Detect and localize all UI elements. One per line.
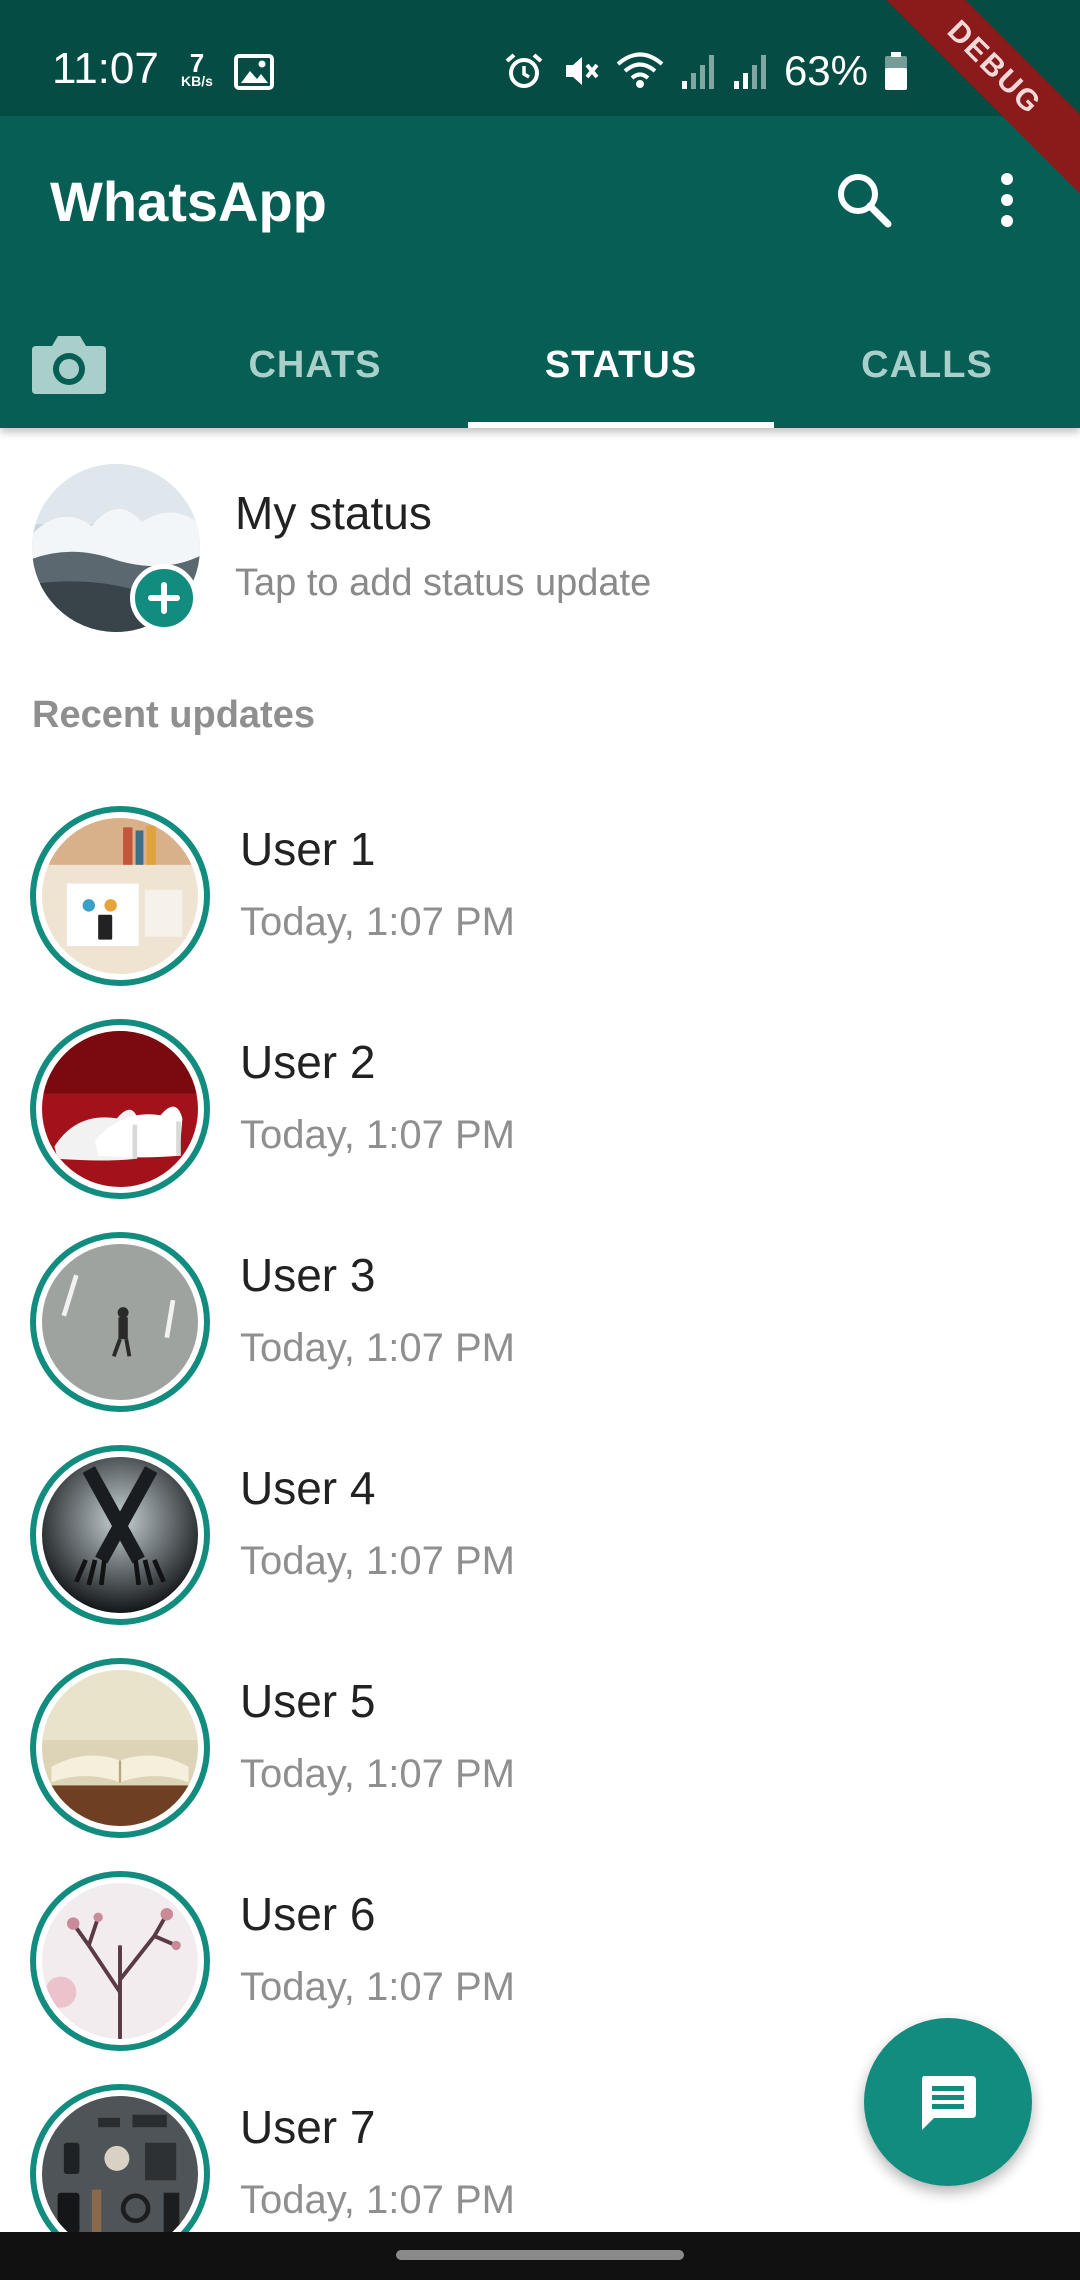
more-options-button[interactable] — [980, 168, 1034, 232]
my-status-subtitle: Tap to add status update — [235, 562, 652, 604]
home-gesture-handle[interactable] — [396, 2250, 684, 2260]
status-ring — [30, 1658, 210, 1838]
tab-chats[interactable]: CHATS — [162, 302, 468, 428]
plus-icon — [148, 582, 180, 614]
status-time: Today, 1:07 PM — [240, 1326, 515, 1370]
status-ring — [30, 2084, 210, 2232]
image-icon — [234, 54, 274, 95]
tab-status[interactable]: STATUS — [468, 302, 774, 428]
tab-indicator — [468, 422, 774, 428]
status-time: Today, 1:07 PM — [240, 2178, 515, 2222]
status-thumbnail — [42, 2096, 198, 2232]
recent-updates-header: Recent updates — [32, 694, 315, 736]
status-user-name: User 4 — [240, 1462, 376, 1514]
signal-icon — [680, 51, 716, 91]
status-icons: 63% — [504, 48, 908, 94]
status-time: Today, 1:07 PM — [240, 1752, 515, 1796]
status-item-user-4[interactable]: User 4 Today, 1:07 PM — [0, 1439, 1080, 1652]
more-vert-icon — [1001, 173, 1013, 227]
search-icon — [838, 174, 892, 228]
status-thumbnail — [42, 1031, 198, 1187]
network-speed: 7 KB/s — [174, 50, 220, 88]
status-user-name: User 2 — [240, 1036, 376, 1088]
tab-calls[interactable]: CALLS — [774, 302, 1080, 428]
app-bar: WhatsApp CHATS STATUS CALLS — [0, 116, 1080, 428]
status-item-user-2[interactable]: User 2 Today, 1:07 PM — [0, 1013, 1080, 1226]
status-list: User 1 Today, 1:07 PM User 2 Today, 1:07… — [0, 800, 1080, 2232]
status-ring — [30, 1871, 210, 2051]
new-status-text-button[interactable] — [864, 2018, 1032, 2186]
my-status-title: My status — [235, 487, 432, 539]
status-user-name: User 3 — [240, 1249, 376, 1301]
status-thumbnail — [42, 1883, 198, 2039]
add-status-button[interactable] — [130, 564, 198, 632]
clock: 11:07 — [52, 44, 159, 93]
status-time: Today, 1:07 PM — [240, 1539, 515, 1583]
app-title: WhatsApp — [50, 170, 327, 233]
status-item-user-5[interactable]: User 5 Today, 1:07 PM — [0, 1652, 1080, 1865]
vibrate-mute-icon — [560, 51, 600, 91]
status-thumbnail — [42, 1670, 198, 1826]
status-user-name: User 7 — [240, 2101, 376, 2153]
tab-bar: CHATS STATUS CALLS — [0, 302, 1080, 428]
status-thumbnail — [42, 818, 198, 974]
status-user-name: User 1 — [240, 823, 376, 875]
camera-icon — [32, 336, 106, 394]
wifi-icon — [616, 51, 664, 91]
alarm-icon — [504, 51, 544, 91]
status-time: Today, 1:07 PM — [240, 1965, 515, 2009]
battery-icon — [884, 51, 908, 91]
navigation-bar — [0, 2232, 1080, 2280]
status-ring — [30, 1019, 210, 1199]
status-item-user-1[interactable]: User 1 Today, 1:07 PM — [0, 800, 1080, 1013]
search-button[interactable] — [832, 168, 896, 232]
message-icon — [922, 2076, 976, 2130]
status-item-user-3[interactable]: User 3 Today, 1:07 PM — [0, 1226, 1080, 1439]
status-user-name: User 6 — [240, 1888, 376, 1940]
status-thumbnail — [42, 1244, 198, 1400]
status-thumbnail — [42, 1457, 198, 1613]
my-status-row[interactable]: My status Tap to add status update — [0, 428, 1080, 638]
status-time: Today, 1:07 PM — [240, 1113, 515, 1157]
signal-icon — [732, 51, 768, 91]
status-ring — [30, 1445, 210, 1625]
status-user-name: User 5 — [240, 1675, 376, 1727]
tab-camera[interactable] — [30, 332, 108, 396]
status-ring — [30, 806, 210, 986]
status-time: Today, 1:07 PM — [240, 900, 515, 944]
status-ring — [30, 1232, 210, 1412]
network-speed-unit: KB/s — [181, 73, 213, 89]
battery-percent: 63% — [783, 47, 868, 94]
